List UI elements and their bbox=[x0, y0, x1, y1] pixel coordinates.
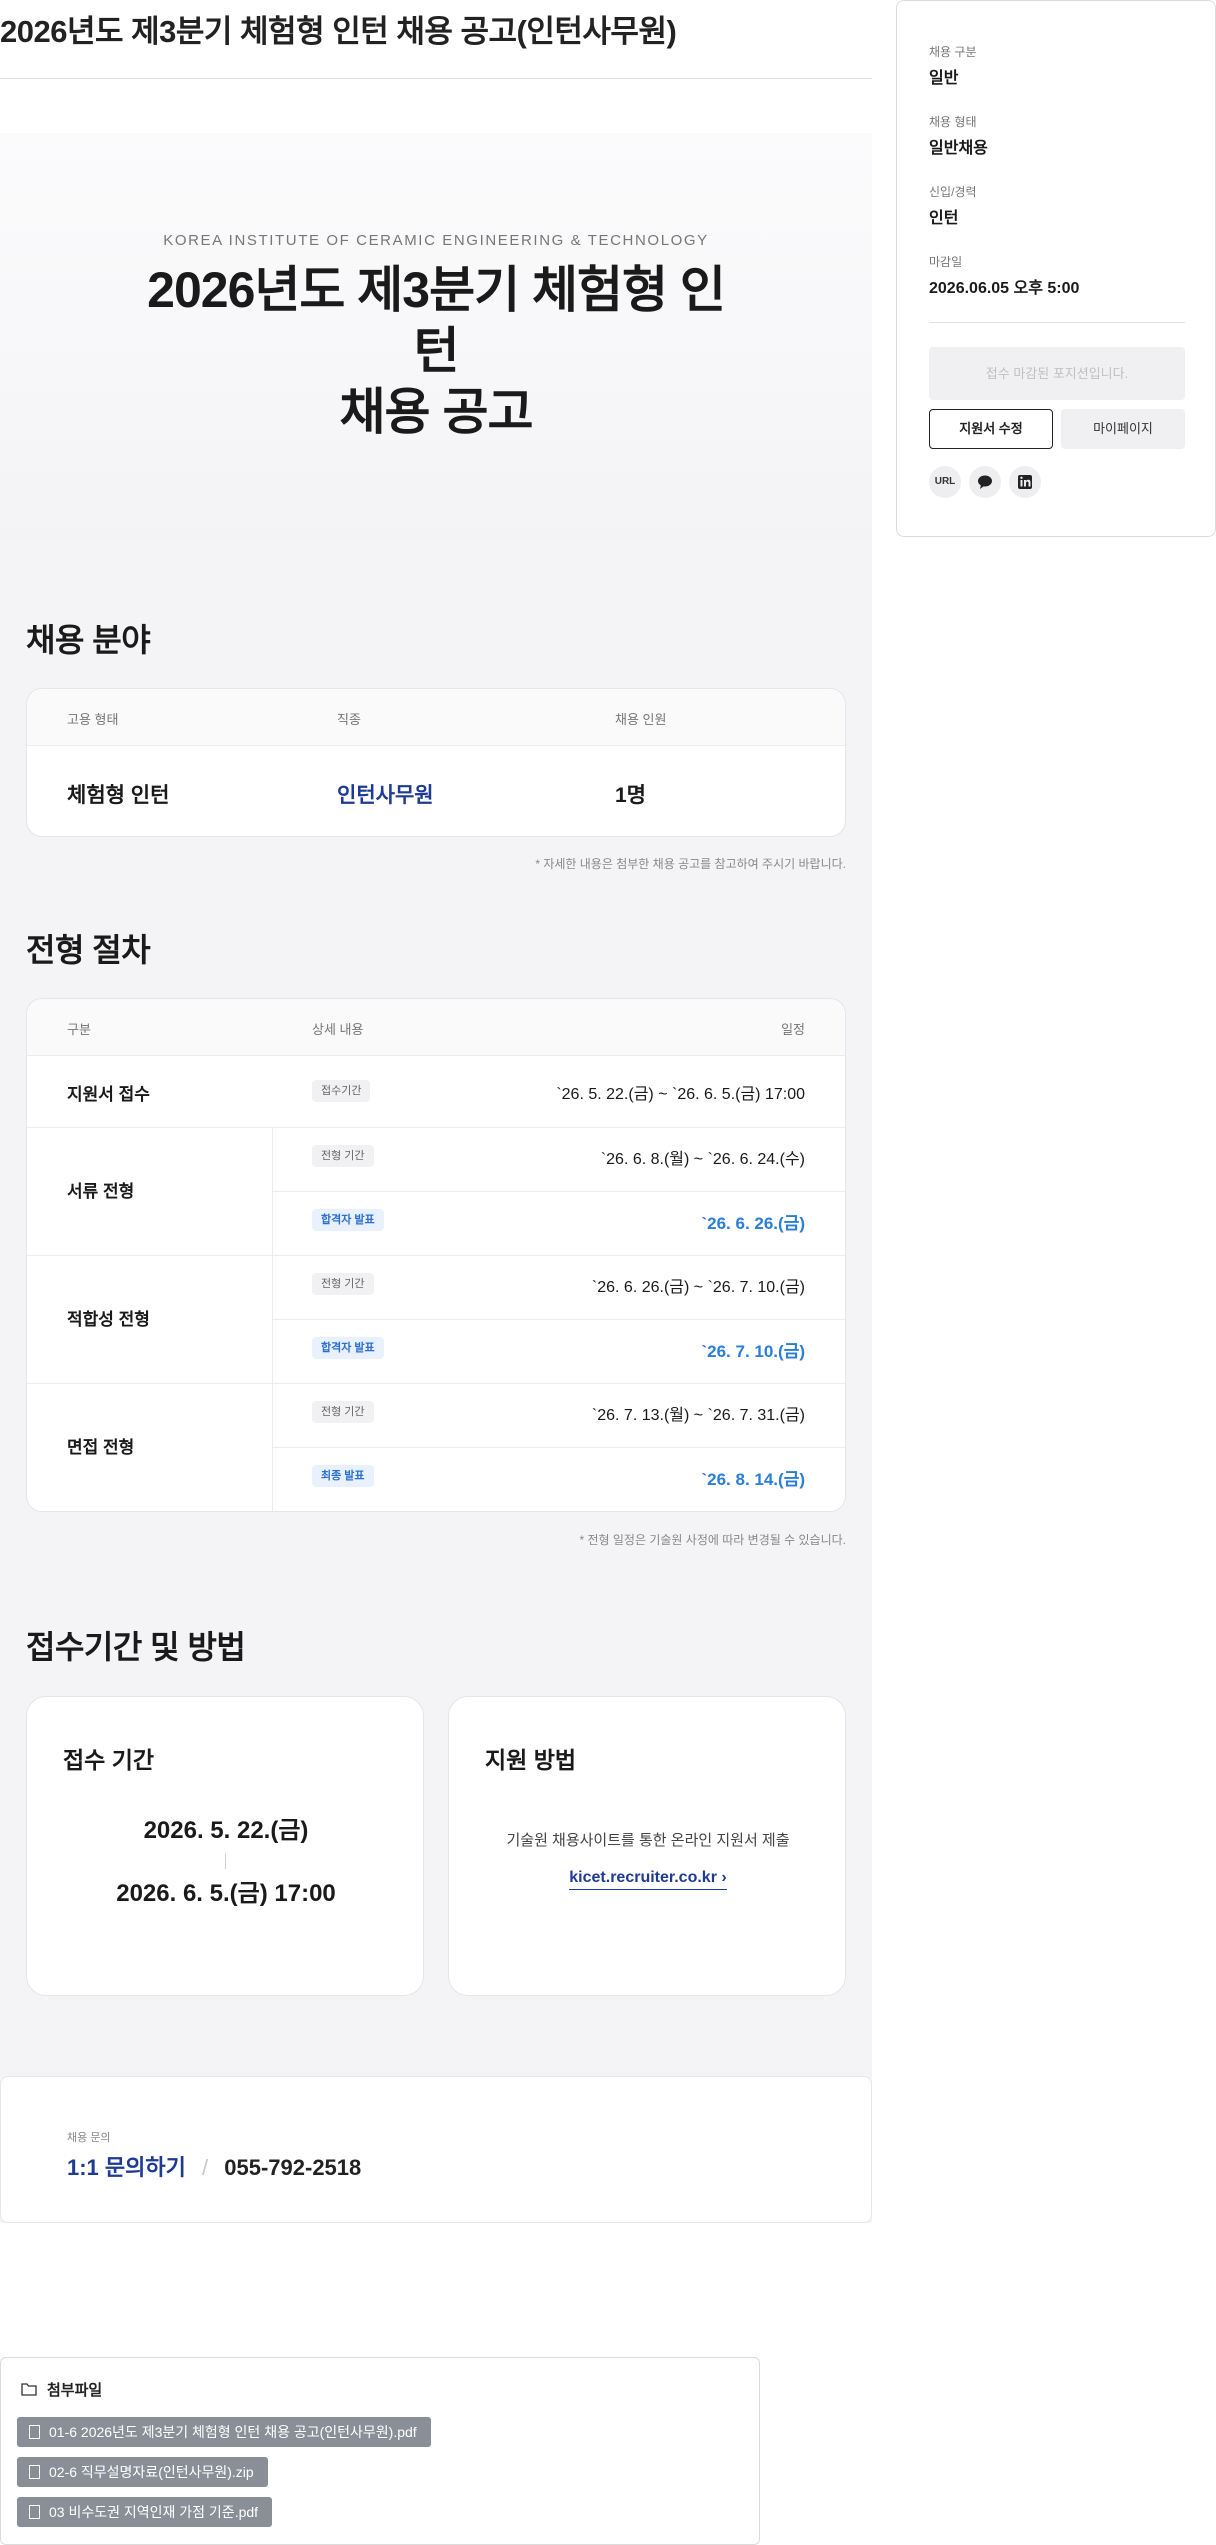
contact-line: 1:1 문의하기 / 055-792-2518 bbox=[67, 2150, 361, 2182]
method-card: 지원 방법 기술원 채용사이트를 통한 온라인 지원서 제출 kicet.rec… bbox=[448, 1696, 846, 1996]
stage-document: 서류 전형 bbox=[67, 1182, 135, 1201]
job-summary-sidebar: 채용 구분 일반 채용 형태 일반채용 신입/경력 인턴 마감일 2026.06… bbox=[896, 0, 1216, 537]
process-title: 전형 절차 bbox=[26, 932, 151, 968]
sidebar-value-deadline: 2026.06.05 오후 5:00 bbox=[929, 280, 1080, 297]
badge-document-period: 전형 기간 bbox=[312, 1145, 374, 1167]
divider bbox=[272, 1191, 845, 1192]
recruit-field-title: 채용 분야 bbox=[26, 622, 151, 658]
schedule-interview-period: `26. 7. 13.(월) ~ `26. 7. 31.(금) bbox=[591, 1407, 805, 1424]
hero-title-line1: 2026년도 제3분기 체험형 인턴 bbox=[147, 262, 726, 379]
hero-spacer bbox=[0, 79, 872, 133]
divider bbox=[272, 1319, 845, 1320]
schedule-document-period: `26. 6. 8.(월) ~ `26. 6. 24.(수) bbox=[600, 1151, 805, 1168]
period-card-title: 접수 기간 bbox=[63, 1747, 155, 1773]
header-schedule: 일정 bbox=[781, 1022, 805, 1037]
badge-interview-period: 전형 기간 bbox=[312, 1401, 374, 1423]
recruit-field-table: 고용 형태 직종 채용 인원 체험형 인턴 인턴사무원 1명 bbox=[26, 688, 846, 837]
method-link-wrap: kicet.recruiter.co.kr › bbox=[449, 1869, 845, 1890]
badge-final-result: 최종 발표 bbox=[312, 1465, 374, 1487]
contact-label: 채용 문의 bbox=[67, 2132, 111, 2144]
stage-interview: 면접 전형 bbox=[67, 1438, 135, 1457]
sidebar-value-type: 일반채용 bbox=[929, 140, 988, 157]
schedule-aptitude-period: `26. 6. 26.(금) ~ `26. 7. 10.(금) bbox=[591, 1279, 805, 1296]
schedule-application: `26. 5. 22.(금) ~ `26. 6. 5.(금) 17:00 bbox=[556, 1086, 805, 1103]
process-note: * 전형 일정은 기술원 사정에 따라 변경될 수 있습니다. bbox=[579, 1533, 846, 1547]
sidebar-label-type: 채용 형태 bbox=[929, 115, 977, 129]
sidebar-value-category: 일반 bbox=[929, 70, 959, 87]
divider bbox=[27, 1255, 845, 1256]
mypage-button[interactable]: 마이페이지 bbox=[1061, 409, 1185, 449]
url-icon[interactable]: URL bbox=[929, 466, 961, 498]
divider bbox=[27, 1383, 845, 1384]
employment-type-value: 체험형 인턴 bbox=[67, 784, 170, 807]
badge-aptitude-period: 전형 기간 bbox=[312, 1273, 374, 1295]
header-stage: 구분 bbox=[67, 1022, 91, 1037]
stage-application: 지원서 접수 bbox=[67, 1085, 150, 1104]
period-start: 2026. 5. 22.(금) bbox=[143, 1817, 309, 1844]
divider bbox=[27, 1127, 845, 1128]
divider bbox=[929, 322, 1185, 323]
period-separator bbox=[225, 1853, 226, 1869]
period-end: 2026. 6. 5.(금) 17:00 bbox=[116, 1880, 336, 1907]
contact-separator: / bbox=[202, 2155, 209, 2180]
schedule-document-result: `26. 6. 26.(금) bbox=[701, 1214, 805, 1233]
divider bbox=[272, 1447, 845, 1448]
attachment-file[interactable]: 02-6 직무설명자료(인턴사무원).zip bbox=[17, 2457, 268, 2487]
recruit-field-note: * 자세한 내용은 첨부한 채용 공고를 참고하여 주시기 바랍니다. bbox=[535, 857, 846, 871]
page-title: 2026년도 제3분기 체험형 인턴 채용 공고(인턴사무원) bbox=[0, 0, 872, 79]
stage-aptitude: 적합성 전형 bbox=[67, 1310, 150, 1329]
attachments-title: 첨부파일 bbox=[47, 2382, 103, 2399]
badge-aptitude-result: 합격자 발표 bbox=[312, 1337, 384, 1359]
attachment-file-name: 03 비수도권 지역인재 가점 기준.pdf bbox=[49, 2504, 259, 2520]
period-card: 접수 기간 2026. 5. 22.(금) 2026. 6. 5.(금) 17:… bbox=[26, 1696, 424, 1996]
attachment-file-name: 01-6 2026년도 제3분기 체험형 인턴 채용 공고(인턴사무원).pdf bbox=[49, 2424, 417, 2440]
table-header bbox=[27, 689, 845, 746]
method-card-title: 지원 방법 bbox=[485, 1747, 577, 1773]
linkedin-icon[interactable] bbox=[1009, 466, 1041, 498]
contact-phone: 055-792-2518 bbox=[224, 2155, 362, 2180]
header-detail: 상세 내용 bbox=[312, 1022, 364, 1037]
hero-eyebrow: KOREA INSTITUTE OF CERAMIC ENGINEERING &… bbox=[163, 232, 709, 249]
edit-application-button[interactable]: 지원서 수정 bbox=[929, 409, 1053, 449]
file-icon bbox=[29, 2465, 40, 2479]
hero-title: 2026년도 제3분기 체험형 인턴 채용 공고 bbox=[136, 260, 736, 443]
chat-bubble-icon[interactable] bbox=[969, 466, 1001, 498]
apply-title: 접수기간 및 방법 bbox=[26, 1629, 246, 1665]
file-icon bbox=[29, 2425, 40, 2439]
schedule-aptitude-result: `26. 7. 10.(금) bbox=[701, 1342, 805, 1361]
table-header bbox=[27, 999, 845, 1056]
sidebar-label-category: 채용 구분 bbox=[929, 45, 977, 59]
file-icon bbox=[29, 2505, 40, 2519]
badge-document-result: 합격자 발표 bbox=[312, 1209, 384, 1231]
folder-icon bbox=[21, 2382, 37, 2401]
badge-application-period: 접수기간 bbox=[312, 1080, 371, 1102]
method-description: 기술원 채용사이트를 통한 온라인 지원서 제출 bbox=[506, 1832, 790, 1849]
closed-position-button[interactable]: 접수 마감된 포지션입니다. bbox=[929, 347, 1185, 400]
attachment-file[interactable]: 03 비수도권 지역인재 가점 기준.pdf bbox=[17, 2497, 273, 2527]
main-content: KOREA INSTITUTE OF CERAMIC ENGINEERING &… bbox=[0, 79, 872, 2223]
process-table: 구분 상세 내용 일정 지원서 접수 접수기간 `26. 5. 22.(금) ~… bbox=[26, 998, 846, 1512]
attachment-file[interactable]: 01-6 2026년도 제3분기 체험형 인턴 채용 공고(인턴사무원).pdf bbox=[17, 2417, 431, 2447]
header-job-type: 직종 bbox=[337, 712, 361, 727]
hero-title-line2: 채용 공고 bbox=[339, 384, 534, 440]
sidebar-label-deadline: 마감일 bbox=[929, 255, 963, 269]
sidebar-value-career: 인턴 bbox=[929, 210, 959, 227]
headcount-value: 1명 bbox=[615, 784, 646, 807]
hero-banner: KOREA INSTITUTE OF CERAMIC ENGINEERING &… bbox=[0, 133, 872, 539]
attachment-file-name: 02-6 직무설명자료(인턴사무원).zip bbox=[49, 2464, 254, 2480]
job-type-value: 인턴사무원 bbox=[337, 784, 434, 807]
contact-bar: 채용 문의 1:1 문의하기 / 055-792-2518 bbox=[0, 2076, 872, 2223]
recruit-site-link[interactable]: kicet.recruiter.co.kr › bbox=[569, 1869, 727, 1890]
sidebar-label-career: 신입/경력 bbox=[929, 185, 977, 199]
schedule-final-result: `26. 8. 14.(금) bbox=[701, 1470, 805, 1489]
inquiry-link[interactable]: 1:1 문의하기 bbox=[67, 2155, 186, 2180]
header-headcount: 채용 인원 bbox=[615, 712, 667, 727]
attachments-panel: 첨부파일 01-6 2026년도 제3분기 체험형 인턴 채용 공고(인턴사무원… bbox=[0, 2357, 760, 2545]
header-employment-type: 고용 형태 bbox=[67, 712, 119, 727]
